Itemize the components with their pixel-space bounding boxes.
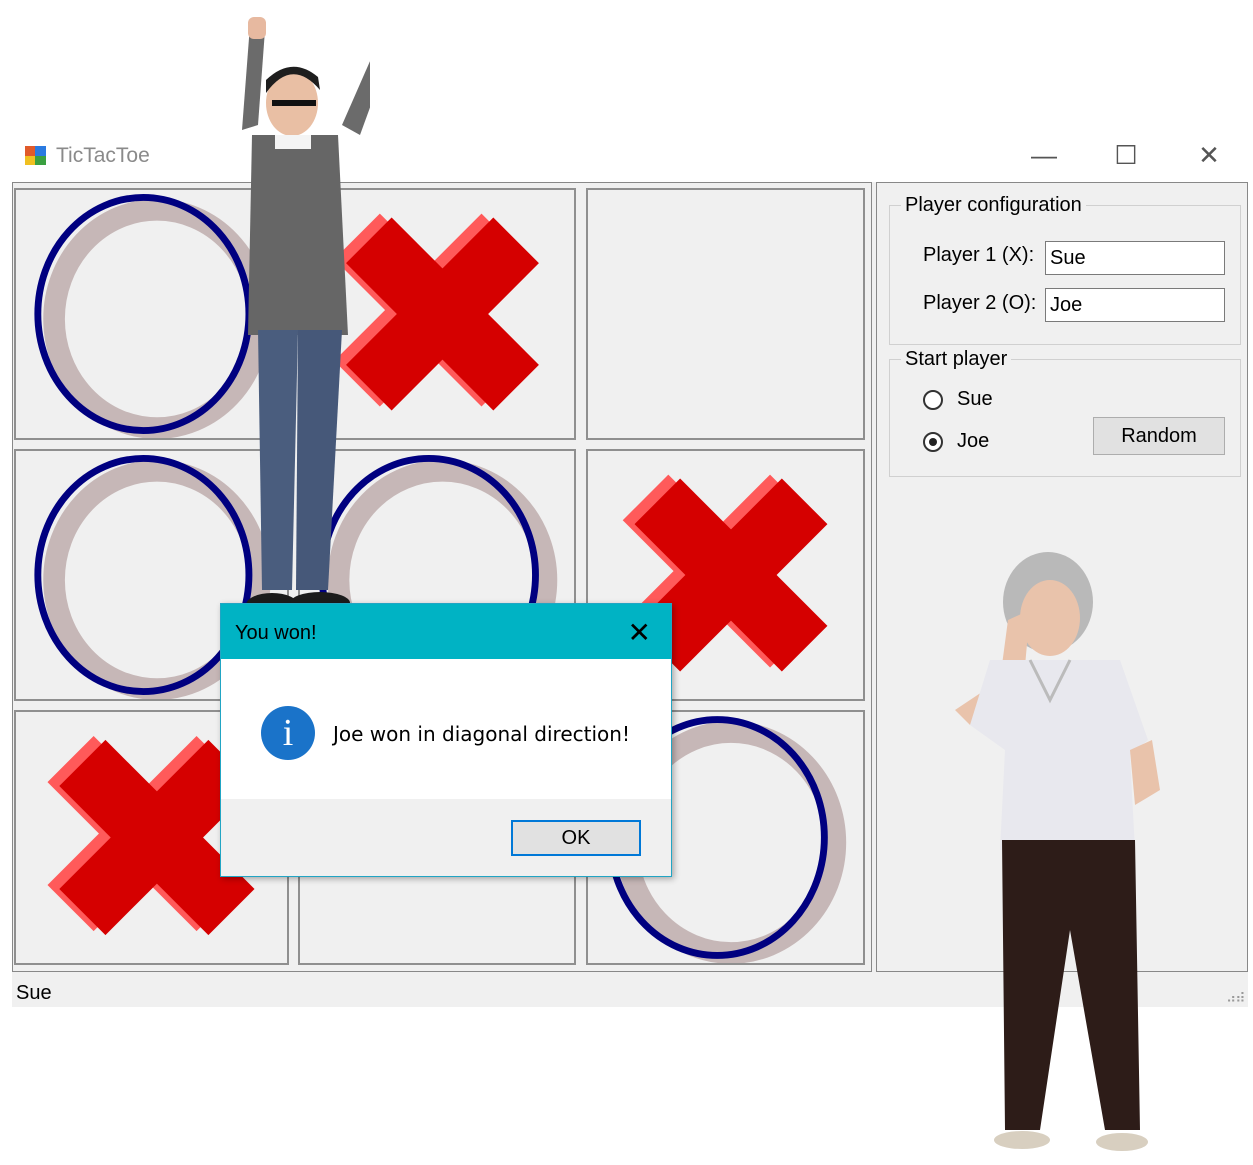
dialog-title-bar: You won! ✕: [221, 604, 671, 659]
player2-input[interactable]: [1045, 288, 1225, 322]
you-won-dialog: You won! ✕ i Joe won in diagonal directi…: [220, 603, 672, 877]
start-player-title: Start player: [901, 348, 1012, 371]
board-cell-3[interactable]: [586, 188, 865, 440]
player1-input[interactable]: [1045, 241, 1225, 275]
player-configuration-title: Player configuration: [901, 194, 1086, 217]
window-title: TicTacToe: [56, 144, 150, 167]
dialog-body: i Joe won in diagonal direction!: [221, 659, 671, 799]
radio-joe[interactable]: [923, 432, 943, 452]
ok-button[interactable]: OK: [511, 820, 641, 856]
resize-grip-icon[interactable]: ⣠⣴: [1226, 986, 1245, 1003]
status-text: Sue: [16, 982, 52, 1004]
player2-label: Player 2 (O):: [923, 292, 1037, 314]
player-configuration-group: [889, 205, 1241, 345]
dialog-message: Joe won in diagonal direction!: [333, 722, 630, 746]
radio-joe-label: Joe: [957, 430, 990, 452]
radio-sue[interactable]: [923, 390, 943, 410]
dialog-close-icon[interactable]: ✕: [628, 616, 651, 649]
player1-label: Player 1 (X):: [923, 244, 1035, 266]
info-icon: i: [261, 706, 315, 760]
dialog-title: You won!: [235, 622, 317, 644]
close-button[interactable]: ✕: [1185, 140, 1233, 170]
radio-sue-label: Sue: [957, 388, 993, 410]
celebrating-man-image: [242, 17, 370, 617]
maximize-button[interactable]: ☐: [1102, 140, 1150, 170]
random-button[interactable]: Random: [1093, 417, 1225, 455]
app-icon: [25, 146, 46, 165]
minimize-button[interactable]: —: [1020, 140, 1068, 170]
woman-image: [955, 552, 1160, 1151]
